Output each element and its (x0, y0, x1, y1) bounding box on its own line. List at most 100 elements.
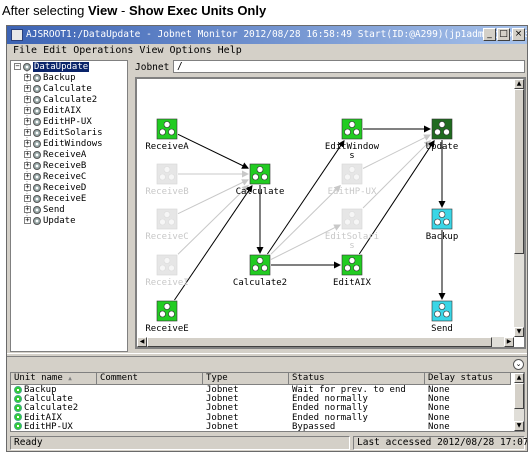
expand-icon[interactable]: + (24, 173, 31, 180)
jobnet-status-icon (14, 385, 22, 394)
scroll-up-button[interactable]: ▲ (514, 79, 524, 89)
jobnet-icon (33, 117, 41, 126)
tree-root-item[interactable]: − DataUpdate (14, 62, 90, 73)
jobnet-glyph-dot (438, 211, 446, 218)
collapse-list-icon[interactable]: ⌄ (513, 359, 524, 370)
jobnet-node-Send[interactable]: Send (431, 300, 453, 334)
tree-item[interactable]: + Calculate (24, 84, 92, 95)
node-label: Calculate2 (233, 278, 287, 288)
list-vertical-scrollbar[interactable]: ▲ ▼ (514, 373, 524, 431)
tree-item-label: EditSolaris (43, 128, 103, 138)
jobnet-node-Calculate2[interactable]: Calculate2 (233, 254, 287, 288)
hscroll-thumb[interactable] (147, 337, 492, 347)
jobnet-glyph-dot (344, 128, 351, 136)
jobnet-node-EditHP-UX[interactable]: EditHP-UX (328, 163, 377, 197)
node-label-wrap: s (349, 241, 354, 251)
jobnet-monitor-window: AJSROOT1:/DataUpdate - Jobnet Monitor 20… (6, 25, 528, 452)
expand-icon[interactable]: + (24, 151, 31, 158)
jobnet-glyph-dot (163, 303, 171, 310)
jobnet-icon (33, 73, 41, 82)
expand-icon[interactable]: + (24, 118, 31, 125)
node-label: EditHP-UX (328, 187, 377, 197)
tree-item[interactable]: + ReceiveA (24, 150, 86, 161)
tree-item[interactable]: + EditSolaris (24, 128, 103, 139)
tree-item[interactable]: + EditAIX (24, 106, 81, 117)
map-horizontal-scrollbar[interactable]: ◀ ▶ (137, 337, 514, 347)
column-unit-name[interactable]: Unit name ▲ (11, 373, 97, 385)
jobnet-node-ReceiveA[interactable]: ReceiveA (145, 118, 189, 152)
list-scroll-down-button[interactable]: ▼ (514, 421, 524, 431)
list-scroll-thumb[interactable] (514, 383, 524, 409)
expand-icon[interactable]: + (24, 74, 31, 81)
tree-item[interactable]: + Calculate2 (24, 95, 97, 106)
tree-item-label: Calculate2 (43, 95, 98, 105)
status-bar: Ready Last accessed 2012/08/28 17:07:58 (7, 435, 527, 451)
jobnet-glyph-dot (163, 257, 171, 264)
menu-options[interactable]: Options (170, 45, 212, 56)
menu-edit[interactable]: Edit (43, 45, 67, 56)
expand-icon[interactable]: + (24, 129, 31, 136)
tree-item[interactable]: + EditWindows (24, 139, 103, 150)
tree-item[interactable]: + Send (24, 205, 65, 216)
menu-operations[interactable]: Operations (73, 45, 133, 56)
unit-list: Unit name ▲ Comment Type Status Delay st… (10, 372, 525, 432)
menu-help[interactable]: Help (218, 45, 242, 56)
tree-item[interactable]: + ReceiveD (24, 183, 86, 194)
jobnet-node-ReceiveE[interactable]: ReceiveE (145, 300, 189, 334)
scroll-down-button[interactable]: ▼ (514, 327, 524, 337)
jobnet-node-EditAIX[interactable]: EditAIX (333, 254, 372, 288)
jobnet-glyph-dot (353, 264, 360, 272)
expand-icon[interactable]: + (24, 162, 31, 169)
scroll-thumb[interactable] (514, 89, 524, 254)
menu-file[interactable]: File (13, 45, 37, 56)
tree-item[interactable]: + EditHP-UX (24, 117, 92, 128)
tree-item-label: Send (43, 205, 65, 215)
column-comment[interactable]: Comment (97, 373, 203, 385)
jobnet-glyph-dot (353, 218, 360, 226)
list-scroll-up-button[interactable]: ▲ (514, 373, 524, 383)
jobnet-glyph-dot (261, 173, 268, 181)
node-label: Send (431, 324, 453, 334)
expand-icon[interactable]: + (24, 96, 31, 103)
jobnet-node-ReceiveC[interactable]: ReceiveC (145, 208, 189, 242)
scroll-right-button[interactable]: ▶ (504, 337, 514, 347)
jobnet-node-ReceiveB[interactable]: ReceiveB (145, 163, 189, 197)
close-button[interactable]: × (512, 28, 525, 41)
jobnet-node-ReceiveD[interactable]: ReceiveI (145, 254, 189, 288)
tree-item[interactable]: + Update (24, 216, 76, 227)
tree-item[interactable]: + ReceiveE (24, 194, 86, 205)
jobnet-node-EditSolaris[interactable]: EditSolaris (325, 208, 379, 251)
node-label: ReceiveB (145, 187, 188, 197)
maximize-button[interactable]: □ (497, 28, 510, 41)
minimize-button[interactable]: _ (483, 28, 496, 41)
jobnet-glyph-dot (353, 173, 360, 181)
column-status[interactable]: Status (289, 373, 425, 385)
jobnet-node-Calculate[interactable]: Calculate (236, 163, 285, 197)
expand-icon[interactable]: + (24, 184, 31, 191)
jobnet-node-Update[interactable]: Update (426, 118, 459, 152)
expand-icon[interactable]: + (24, 140, 31, 147)
collapse-icon[interactable]: − (14, 63, 21, 70)
pane-splitter[interactable] (7, 353, 527, 357)
cell-unit-name: EditHP-UX (14, 422, 73, 431)
expand-icon[interactable]: + (24, 107, 31, 114)
table-row[interactable]: EditHP-UX Jobnet Bypassed None (11, 422, 511, 431)
jobnet-node-Backup[interactable]: Backup (426, 208, 459, 242)
map-vertical-scrollbar[interactable]: ▲ ▼ (514, 79, 524, 337)
window-title: AJSROOT1:/DataUpdate - Jobnet Monitor 20… (26, 29, 527, 40)
expand-icon[interactable]: + (24, 206, 31, 213)
scroll-left-button[interactable]: ◀ (137, 337, 147, 347)
expand-icon[interactable]: + (24, 195, 31, 202)
column-delay-status[interactable]: Delay status (425, 373, 511, 385)
jobnet-node-EditWindows[interactable]: EditWindows (325, 118, 380, 161)
sort-asc-icon: ▲ (68, 375, 72, 382)
tree-item[interactable]: + Backup (24, 73, 76, 84)
jobnet-glyph-dot (434, 218, 441, 226)
tree-item[interactable]: + ReceiveC (24, 172, 86, 183)
expand-icon[interactable]: + (24, 85, 31, 92)
expand-icon[interactable]: + (24, 217, 31, 224)
tree-item[interactable]: + ReceiveB (24, 161, 86, 172)
menu-view[interactable]: View (139, 45, 163, 56)
column-type[interactable]: Type (203, 373, 289, 385)
jobnet-tree: − DataUpdate + Backup + Calculate + Calculate2… (10, 60, 128, 352)
